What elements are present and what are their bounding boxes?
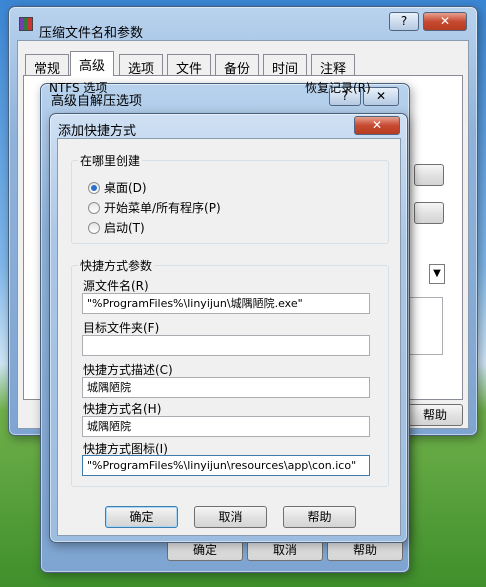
dialog-title: 添加快捷方式 [58,124,137,139]
background-dropdown[interactable]: ▼ [429,264,445,284]
dialog-close-button[interactable]: ✕ [354,116,400,135]
shortcut-name-field[interactable]: 城隅陋院 [82,416,370,437]
dialog-client: 在哪里创建 桌面(D) 开始菜单/所有程序(P) 启动(T) 快捷方式参数 源文… [57,138,401,536]
tab-comment[interactable]: 注释 [311,54,356,77]
main-help-button[interactable]: ? [389,12,419,31]
winrar-app-icon [19,17,33,31]
radio-startup-label: 启动(T) [104,221,145,235]
source-file-field[interactable]: "%ProgramFiles%\linyijun\城隅陋院.exe" [82,293,370,314]
help-button[interactable]: 帮助 [283,506,356,528]
where-to-create-title: 在哪里创建 [78,152,143,169]
shortcut-icon-field[interactable]: "%ProgramFiles%\linyijun\resources\app\c… [82,455,370,476]
main-help-bottom-button[interactable]: 帮助 [407,404,463,426]
add-shortcut-dialog: 添加快捷方式 ✕ 在哪里创建 桌面(D) 开始菜单/所有程序(P) 启动(T) … [49,113,408,543]
background-button[interactable] [414,164,444,186]
radio-start-menu-label: 开始菜单/所有程序(P) [104,201,221,215]
tab-time[interactable]: 时间 [263,54,308,77]
main-close-button[interactable]: ✕ [423,12,467,31]
cancel-button[interactable]: 取消 [194,506,267,528]
ntfs-options-label: NTFS 选项 [49,81,108,95]
source-file-label: 源文件名(R) [83,279,149,293]
tab-options[interactable]: 选项 [119,54,164,77]
shortcut-description-label: 快捷方式描述(C) [83,363,173,377]
shortcut-description-field[interactable]: 城隅陋院 [82,377,370,398]
main-window-title: 压缩文件名和参数 [39,26,144,41]
shortcut-name-label: 快捷方式名(H) [83,402,162,416]
target-folder-label: 目标文件夹(F) [83,321,160,335]
background-box [407,297,443,355]
recovery-record-label: 恢复记录(R) [305,81,371,95]
radio-desktop[interactable]: 桌面(D) [88,179,147,196]
tab-advanced[interactable]: 高级 [70,51,115,76]
tab-backup[interactable]: 备份 [215,54,260,77]
radio-start-menu[interactable]: 开始菜单/所有程序(P) [88,199,221,216]
ok-button[interactable]: 确定 [105,506,178,528]
radio-startup-indicator [88,222,100,234]
radio-startup[interactable]: 启动(T) [88,219,145,236]
radio-desktop-label: 桌面(D) [104,181,147,195]
tab-files[interactable]: 文件 [167,54,212,77]
radio-start-menu-indicator [88,202,100,214]
shortcut-params-title: 快捷方式参数 [78,257,155,274]
background-button[interactable] [414,202,444,224]
tab-general[interactable]: 常规 [25,54,70,77]
radio-desktop-indicator [88,182,100,194]
target-folder-field[interactable] [82,335,370,356]
